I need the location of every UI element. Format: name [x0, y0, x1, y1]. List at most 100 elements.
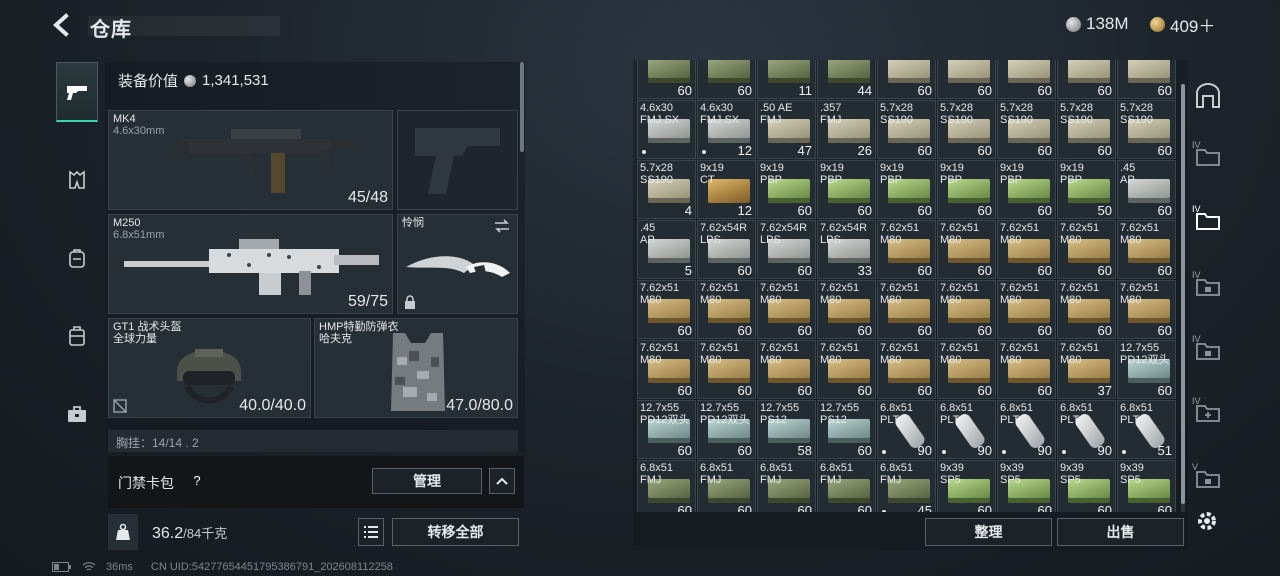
- storage-item[interactable]: 7.62x51 M80 60: [877, 340, 936, 399]
- helmet-slot[interactable]: GT1 战术头盔 全球力量 40.0/40.0: [108, 318, 311, 418]
- storage-item[interactable]: 6.8x51 FMJ 45: [877, 460, 936, 512]
- storage-item[interactable]: 7.62x51 M80 60: [1057, 280, 1116, 339]
- storage-item[interactable]: 5.7x28 SS190 60: [1057, 100, 1116, 159]
- storage-item[interactable]: 7.62x51 M80 60: [937, 280, 996, 339]
- storage-item[interactable]: 6.8x51 PLT 51: [1117, 400, 1176, 459]
- help-button[interactable]: ?: [188, 472, 206, 490]
- chest-rig-row-partial[interactable]: 胸挂：14/14 . 2: [108, 430, 518, 452]
- tab-storage-5[interactable]: V: [1190, 458, 1226, 498]
- storage-item[interactable]: 7.62x51 M80 60: [937, 340, 996, 399]
- gold-currency[interactable]: 409＋: [1150, 12, 1215, 36]
- armor-slot[interactable]: HMP特勤防弹衣 哈夫克 47.0/80.0: [314, 318, 518, 418]
- storage-item[interactable]: 5.7x28 SS190 60: [1117, 100, 1176, 159]
- storage-item[interactable]: 6.8x51 PLT 90: [1057, 400, 1116, 459]
- tab-storage-4-c[interactable]: IV: [1190, 330, 1226, 370]
- storage-scrollbar[interactable]: [1181, 84, 1185, 512]
- storage-item[interactable]: 9x19 PBP 60: [757, 160, 816, 219]
- storage-item[interactable]: 7.62x51 M80 60: [757, 340, 816, 399]
- storage-item[interactable]: 7.62x51 M80 60: [997, 220, 1056, 279]
- storage-item[interactable]: 12.7x55 PD12双头 60: [697, 400, 756, 459]
- storage-item[interactable]: 7.62x51 M80 60: [1117, 220, 1176, 279]
- nav-weapons[interactable]: [56, 62, 98, 122]
- storage-item[interactable]: 44: [817, 60, 876, 99]
- storage-item[interactable]: 4.6x30 FMJ SX 12: [697, 100, 756, 159]
- storage-item[interactable]: 9x19 PBP 60: [877, 160, 936, 219]
- storage-item[interactable]: 7.62x54R LPS 33: [817, 220, 876, 279]
- nav-backpack[interactable]: [56, 228, 98, 288]
- storage-item[interactable]: 60: [697, 60, 756, 99]
- storage-item[interactable]: 7.62x51 M80 60: [1057, 220, 1116, 279]
- primary-weapon-slot[interactable]: MK4 4.6x30mm 45/48: [108, 110, 393, 210]
- storage-item[interactable]: 7.62x51 M80 60: [817, 340, 876, 399]
- storage-item[interactable]: 7.62x51 M80 37: [1057, 340, 1116, 399]
- storage-item[interactable]: 12.7x55 PD12双头 60: [1117, 340, 1176, 399]
- equipment-scrollbar[interactable]: [520, 62, 524, 152]
- back-arrow-icon[interactable]: [50, 12, 76, 38]
- storage-item[interactable]: 12.7x55 PS12 60: [817, 400, 876, 459]
- secondary-weapon-slot[interactable]: M250 6.8x51mm 59/75: [108, 214, 393, 314]
- swap-arrows-icon[interactable]: [493, 219, 511, 233]
- storage-item[interactable]: 9x39 SP5 60: [937, 460, 996, 512]
- storage-item[interactable]: .50 AE FMJ 47: [757, 100, 816, 159]
- tab-storage-4-active[interactable]: IV: [1190, 200, 1226, 240]
- storage-item[interactable]: 60: [637, 60, 696, 99]
- storage-item[interactable]: 11: [757, 60, 816, 99]
- storage-item[interactable]: 6.8x51 FMJ 60: [697, 460, 756, 512]
- storage-item[interactable]: 7.62x51 M80 60: [877, 280, 936, 339]
- storage-item[interactable]: 7.62x51 M80 60: [937, 220, 996, 279]
- nav-case[interactable]: [56, 384, 98, 444]
- tab-all-storage[interactable]: [1190, 76, 1226, 116]
- storage-item[interactable]: 7.62x54R LPS 60: [757, 220, 816, 279]
- sell-button[interactable]: 出售: [1057, 518, 1184, 546]
- storage-item[interactable]: 9x39 SP5 60: [997, 460, 1056, 512]
- storage-item[interactable]: 5.7x28 SS190 60: [937, 100, 996, 159]
- storage-item[interactable]: 6.8x51 PLT 90: [997, 400, 1056, 459]
- storage-item[interactable]: 7.62x51 M80 60: [697, 280, 756, 339]
- storage-item[interactable]: 5.7x28 SS190 60: [997, 100, 1056, 159]
- storage-item[interactable]: 7.62x51 M80 60: [637, 340, 696, 399]
- storage-item[interactable]: 5.7x28 SS190 60: [877, 100, 936, 159]
- nav-chest-rig[interactable]: [56, 150, 98, 210]
- storage-item[interactable]: 9x19 CT 12: [697, 160, 756, 219]
- storage-item[interactable]: 6.8x51 FMJ 60: [817, 460, 876, 512]
- storage-item[interactable]: 60: [1117, 60, 1176, 99]
- pistol-slot-empty[interactable]: [397, 110, 518, 210]
- tab-storage-4[interactable]: IV: [1190, 136, 1226, 176]
- nav-safe-box[interactable]: [56, 306, 98, 366]
- melee-slot[interactable]: 怜悯: [397, 214, 518, 314]
- storage-item[interactable]: 6.8x51 PLT 90: [877, 400, 936, 459]
- storage-item[interactable]: .45 AP 5: [637, 220, 696, 279]
- storage-item[interactable]: 7.62x51 M80 60: [757, 280, 816, 339]
- storage-item[interactable]: 7.62x51 M80 60: [997, 340, 1056, 399]
- storage-item[interactable]: 7.62x51 M80 60: [877, 220, 936, 279]
- expand-button[interactable]: [489, 468, 515, 494]
- storage-item[interactable]: 9x39 SP5 60: [1057, 460, 1116, 512]
- storage-item[interactable]: .45 AP 60: [1117, 160, 1176, 219]
- sort-button[interactable]: 整理: [925, 518, 1052, 546]
- storage-item[interactable]: .357 FMJ 26: [817, 100, 876, 159]
- storage-item[interactable]: 60: [997, 60, 1056, 99]
- storage-item[interactable]: 9x19 PBP 50: [1057, 160, 1116, 219]
- storage-item[interactable]: 9x19 PBP 60: [937, 160, 996, 219]
- storage-item[interactable]: 6.8x51 FMJ 60: [637, 460, 696, 512]
- storage-item[interactable]: 9x39 SP5 60: [1117, 460, 1176, 512]
- storage-item[interactable]: 4.6x30 FMJ SX: [637, 100, 696, 159]
- storage-item[interactable]: 60: [937, 60, 996, 99]
- storage-item[interactable]: 9x19 PBP 60: [997, 160, 1056, 219]
- scrollbar-thumb[interactable]: [1181, 84, 1185, 504]
- storage-item[interactable]: 7.62x51 M80 60: [697, 340, 756, 399]
- storage-item[interactable]: 60: [877, 60, 936, 99]
- storage-item[interactable]: 60: [1057, 60, 1116, 99]
- settings-gear-icon[interactable]: [1194, 508, 1220, 534]
- storage-item[interactable]: 7.62x51 M80 60: [817, 280, 876, 339]
- manage-button[interactable]: 管理: [372, 468, 482, 494]
- tab-storage-4-b[interactable]: IV: [1190, 266, 1226, 306]
- list-view-button[interactable]: [358, 518, 384, 546]
- transfer-all-button[interactable]: 转移全部: [392, 518, 519, 546]
- storage-item[interactable]: 7.62x51 M80 60: [997, 280, 1056, 339]
- storage-item[interactable]: 7.62x54R LPS 60: [697, 220, 756, 279]
- storage-item[interactable]: 7.62x51 M80 60: [1117, 280, 1176, 339]
- storage-item[interactable]: 5.7x28 SS190 4: [637, 160, 696, 219]
- storage-item[interactable]: 9x19 PBP 60: [817, 160, 876, 219]
- tab-storage-add[interactable]: IV: [1190, 392, 1226, 432]
